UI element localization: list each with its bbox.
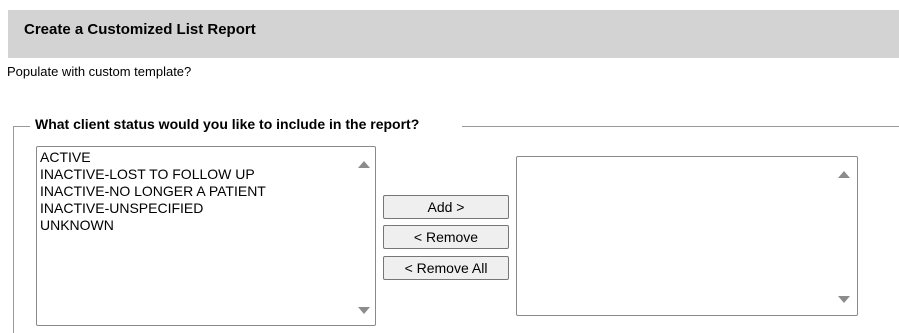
scroll-up-icon[interactable] <box>358 161 370 168</box>
remove-all-button[interactable]: < Remove All <box>383 256 509 280</box>
list-item[interactable]: UNKNOWN <box>40 217 266 234</box>
scroll-down-icon[interactable] <box>838 296 850 303</box>
status-fieldset-legend: What client status would you like to inc… <box>33 116 422 132</box>
header-bar: Create a Customized List Report <box>8 10 899 58</box>
list-item[interactable]: INACTIVE-UNSPECIFIED <box>40 200 266 217</box>
page-title: Create a Customized List Report <box>24 21 256 38</box>
scroll-up-icon[interactable] <box>838 171 850 178</box>
list-item[interactable]: INACTIVE-NO LONGER A PATIENT <box>40 183 266 200</box>
available-status-listbox[interactable]: ACTIVE INACTIVE-LOST TO FOLLOW UP INACTI… <box>36 146 376 326</box>
selected-status-listbox[interactable] <box>516 156 858 316</box>
template-prompt-label: Populate with custom template? <box>7 64 192 79</box>
list-item[interactable]: ACTIVE <box>40 149 266 166</box>
remove-button[interactable]: < Remove <box>383 225 509 249</box>
fieldset-border-left <box>13 126 14 333</box>
fieldset-border-top-left <box>13 126 30 127</box>
add-button[interactable]: Add > <box>383 195 509 219</box>
fieldset-border-top-right <box>462 126 899 127</box>
list-item[interactable]: INACTIVE-LOST TO FOLLOW UP <box>40 166 266 183</box>
scroll-down-icon[interactable] <box>358 307 370 314</box>
